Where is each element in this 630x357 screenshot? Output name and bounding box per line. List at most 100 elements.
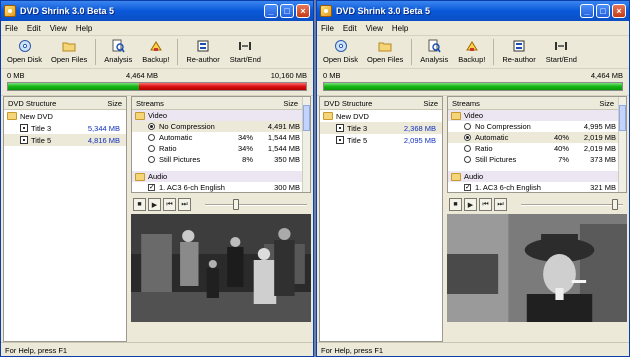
toolbar-button-start-end[interactable]: Start/End — [546, 39, 577, 64]
streams-header[interactable]: Streams — [136, 99, 164, 108]
title-icon — [336, 124, 344, 132]
dvd-structure-pane: DVD Structure Size New DVD Title 3 5,344 MB T… — [3, 96, 127, 342]
size-header[interactable]: Size — [599, 99, 614, 108]
radio-button[interactable] — [464, 145, 471, 152]
preview-slider[interactable] — [205, 198, 307, 211]
radio-button[interactable] — [148, 134, 155, 141]
compression-option[interactable]: No Compression 4,995 MB — [448, 121, 626, 132]
audio-track-row[interactable]: ✓ 1. AC3 6-ch English 300 MB — [132, 182, 310, 192]
compression-option[interactable]: Automatic 40% 2,019 MB — [448, 132, 626, 143]
toolbar-button-open-files[interactable]: Open Files — [367, 39, 403, 64]
status-bar: For Help, press F1 — [1, 342, 313, 356]
maximize-button[interactable]: □ — [596, 4, 610, 18]
menu-view[interactable]: View — [366, 24, 383, 33]
window-title: DVD Shrink 3.0 Beta 5 — [20, 6, 115, 16]
audio-checkbox[interactable]: ✓ — [148, 184, 155, 191]
radio-button[interactable] — [464, 123, 471, 130]
radio-button[interactable] — [464, 156, 471, 163]
size-label-end: 4,464 MB — [590, 71, 623, 80]
streams-scrollbar[interactable] — [302, 97, 310, 192]
toolbar-button-analysis[interactable]: Analysis — [104, 39, 132, 64]
toolbar-button-re-author[interactable]: Re-author — [186, 39, 220, 64]
tree-root-new-dvd[interactable]: New DVD — [4, 110, 126, 122]
maximize-button[interactable]: □ — [280, 4, 294, 18]
dvd-structure-header[interactable]: DVD Structure — [324, 99, 372, 108]
tree-root-new-dvd[interactable]: New DVD — [320, 110, 442, 122]
radio-button[interactable] — [148, 123, 155, 130]
toolbar-button-backup[interactable]: Backup! — [458, 39, 485, 64]
toolbar-button-open-disk[interactable]: Open Disk — [7, 39, 42, 64]
toolbar-separator — [177, 39, 179, 65]
next-button[interactable]: ⏭ — [178, 198, 191, 211]
play-button[interactable]: ▶ — [148, 198, 161, 211]
slider-knob[interactable] — [611, 199, 618, 210]
dvd-structure-header[interactable]: DVD Structure — [8, 99, 56, 108]
menu-view[interactable]: View — [50, 24, 67, 33]
compression-option[interactable]: Ratio 34% 1,544 MB — [132, 143, 310, 154]
streams-header[interactable]: Streams — [452, 99, 480, 108]
tree-title-row[interactable]: Title 3 2,368 MB — [320, 122, 442, 134]
app-icon — [320, 5, 332, 17]
audio-checkbox[interactable]: ✓ — [464, 184, 471, 191]
toolbar-button-backup[interactable]: Backup! — [142, 39, 169, 64]
compression-option[interactable]: No Compression 4,491 MB — [132, 121, 310, 132]
slider-knob[interactable] — [232, 199, 239, 210]
close-button[interactable]: × — [296, 4, 310, 18]
preview-slider[interactable] — [521, 198, 623, 211]
toolbar-separator — [411, 39, 413, 65]
status-text: For Help, press F1 — [321, 346, 384, 355]
disk-icon — [334, 39, 348, 53]
scroll-thumb[interactable] — [619, 105, 626, 131]
size-label-start: 0 MB — [7, 71, 25, 80]
stop-button[interactable]: ■ — [133, 198, 146, 211]
streams-scrollbar[interactable] — [618, 97, 626, 192]
toolbar-separator — [95, 39, 97, 65]
menu-file[interactable]: File — [5, 24, 18, 33]
stop-button[interactable]: ■ — [449, 198, 462, 211]
tree-title-row[interactable]: Title 5 2,095 MB — [320, 134, 442, 146]
audio-group: Audio — [448, 171, 626, 182]
minimize-button[interactable]: _ — [264, 4, 278, 18]
next-button[interactable]: ⏭ — [494, 198, 507, 211]
toolbar-button-open-files[interactable]: Open Files — [51, 39, 87, 64]
size-label-mid: 4,464 MB — [125, 71, 159, 80]
toolbar-button-analysis[interactable]: Analysis — [420, 39, 448, 64]
folder-icon — [323, 112, 333, 120]
dvd-structure-pane: DVD Structure Size New DVD Title 3 2,368 MB T… — [319, 96, 443, 342]
menu-help[interactable]: Help — [392, 24, 408, 33]
size-header[interactable]: Size — [107, 99, 122, 108]
analysis-icon — [427, 39, 441, 53]
previous-button[interactable]: ⏮ — [479, 198, 492, 211]
menu-edit[interactable]: Edit — [343, 24, 357, 33]
audio-track-row[interactable]: ✓ 1. AC3 6-ch English 321 MB — [448, 182, 626, 192]
backup-icon — [465, 39, 479, 53]
menu-help[interactable]: Help — [76, 24, 92, 33]
tree-title-row[interactable]: Title 3 5,344 MB — [4, 122, 126, 134]
scroll-thumb[interactable] — [303, 105, 310, 131]
menu-file[interactable]: File — [321, 24, 334, 33]
radio-button[interactable] — [148, 156, 155, 163]
toolbar-button-re-author[interactable]: Re-author — [502, 39, 536, 64]
analysis-icon — [111, 39, 125, 53]
streams-pane: Streams Size Video No Compression 4,491 MB Au… — [131, 96, 311, 193]
minimize-button[interactable]: _ — [580, 4, 594, 18]
size-header[interactable]: Size — [283, 99, 298, 108]
tree-title-row[interactable]: Title 5 4,816 MB — [4, 134, 126, 146]
radio-button[interactable] — [148, 145, 155, 152]
toolbar-button-open-disk[interactable]: Open Disk — [323, 39, 358, 64]
close-button[interactable]: × — [612, 4, 626, 18]
play-button[interactable]: ▶ — [464, 198, 477, 211]
compression-option[interactable]: Automatic 34% 1,544 MB — [132, 132, 310, 143]
size-header[interactable]: Size — [423, 99, 438, 108]
compression-option[interactable]: Still Pictures 7% 373 MB — [448, 154, 626, 165]
compression-option[interactable]: Ratio 40% 2,019 MB — [448, 143, 626, 154]
menu-edit[interactable]: Edit — [27, 24, 41, 33]
toolbar: Open Disk Open Files Analysis Backup! Re-aut… — [317, 36, 629, 69]
dvd-shrink-window-left: DVD Shrink 3.0 Beta 5 _ □ × File Edit View Help… — [0, 0, 314, 357]
disc-size-bar: 0 MB 4,464 MB 10,160 MB — [1, 69, 313, 96]
radio-button[interactable] — [464, 134, 471, 141]
compression-option[interactable]: Still Pictures 8% 350 MB — [132, 154, 310, 165]
previous-button[interactable]: ⏮ — [163, 198, 176, 211]
backup-icon — [149, 39, 163, 53]
toolbar-button-start-end[interactable]: Start/End — [230, 39, 261, 64]
